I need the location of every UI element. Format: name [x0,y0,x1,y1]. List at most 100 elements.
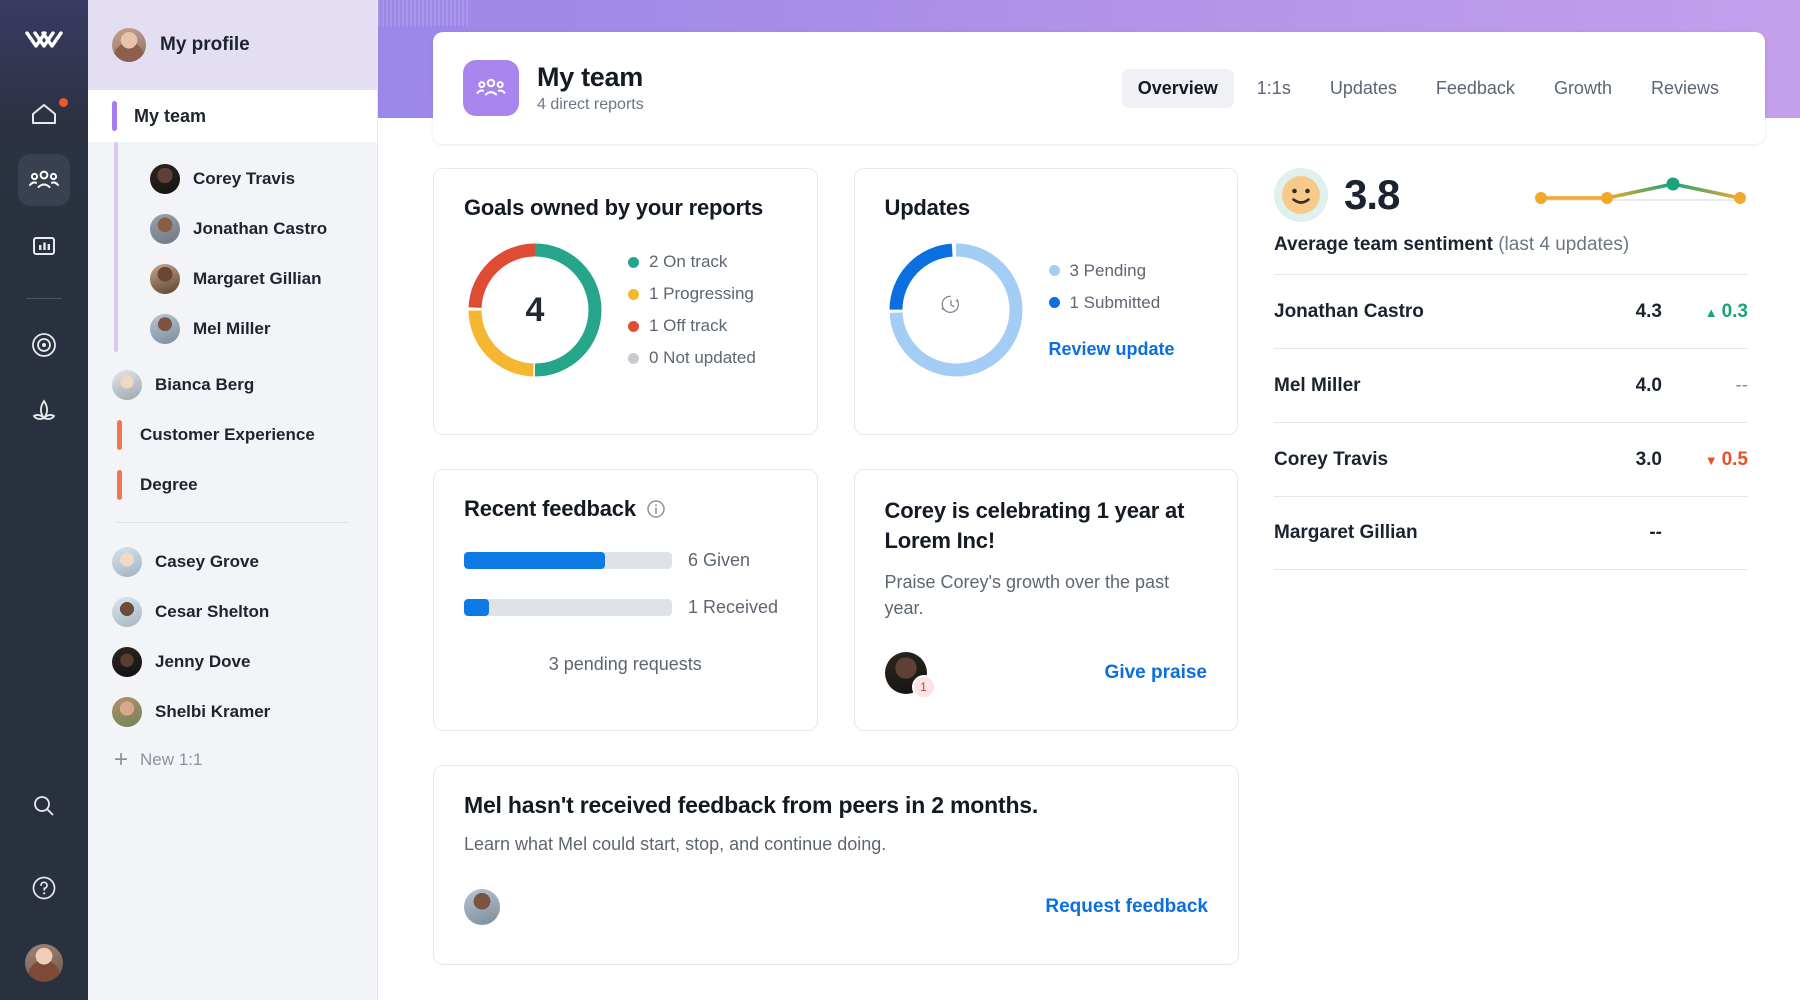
sidebar-item-my-team[interactable]: My team [88,90,377,142]
sidebar-item-label: Casey Grove [155,552,259,572]
legend-dot-submitted [1049,297,1060,308]
rail-item-home[interactable] [18,88,70,140]
sentiment-caption: Average team sentiment (last 4 updates) [1274,234,1748,256]
team-icon [29,167,59,193]
sidebar-item-label: Customer Experience [140,425,315,445]
rail-divider [26,298,62,299]
sidebar-item-my-profile[interactable]: My profile [88,0,377,90]
active-indicator [112,101,117,131]
sidebar-item-mel-miller[interactable]: Mel Miller [88,304,377,354]
page-header: My team 4 direct reports Overview 1:1s U… [433,32,1765,144]
goals-legend: 2 On track 1 Progressing 1 Off track [628,252,756,368]
brand-logo-icon[interactable] [20,18,68,66]
nudge-subtitle: Learn what Mel could start, stop, and co… [464,834,1208,855]
tab-bar: Overview 1:1s Updates Feedback Growth Re… [1122,69,1735,108]
sidebar-item-shelbi-kramer[interactable]: Shelbi Kramer [88,687,377,737]
table-row[interactable]: Mel Miller 4.0 -- [1274,348,1748,422]
notification-badge-dot [59,98,68,107]
new-one-on-one-button[interactable]: + New 1:1 [88,737,377,783]
trend-down-icon: ▼ [1705,453,1718,468]
sidebar-item-degree[interactable]: Degree [88,460,377,510]
updates-card: Updates [854,168,1239,435]
home-icon [30,101,58,127]
tag-color-bar [117,470,122,500]
sidebar-item-label: Bianca Berg [155,375,254,395]
legend-label: 0 Not updated [649,348,756,368]
sidebar-report-label: Margaret Gillian [193,269,321,289]
feedback-title-row: Recent feedback [464,496,787,522]
tab-1-1s[interactable]: 1:1s [1241,69,1307,108]
sidebar-divider [116,522,349,523]
sidebar-item-casey-grove[interactable]: Casey Grove [88,537,377,587]
sentiment-row-value: 3.0 [1598,449,1662,471]
celebration-title: Corey is celebrating 1 year at Lorem Inc… [885,496,1208,555]
rail-item-growth[interactable] [18,385,70,437]
table-row[interactable]: Jonathan Castro 4.3 ▲0.3 [1274,274,1748,348]
progress-track [464,552,672,569]
give-praise-button[interactable]: Give praise [1105,662,1207,684]
rail-item-reports[interactable] [18,220,70,272]
bar-label-given: 6 Given [688,550,750,571]
legend-item-progressing: 1 Progressing [628,284,756,304]
legend-label: 1 Off track [649,316,727,336]
review-update-link[interactable]: Review update [1049,339,1175,360]
recent-feedback-card: Recent feedback 6 Given [433,469,818,731]
goals-donut-chart: 4 [464,239,606,381]
info-icon[interactable] [646,499,666,519]
sidebar-report-label: Mel Miller [193,319,270,339]
tab-growth[interactable]: Growth [1538,69,1628,108]
avatar [150,264,180,294]
content-area: Goals owned by your reports [433,168,1770,1000]
table-row[interactable]: Corey Travis 3.0 ▼0.5 [1274,422,1748,496]
sentiment-row-delta: -- [1662,375,1748,397]
help-icon [30,874,58,902]
bar-label-received: 1 Received [688,597,778,618]
goals-card: Goals owned by your reports [433,168,818,435]
legend-item-not-updated: 0 Not updated [628,348,756,368]
tab-reviews[interactable]: Reviews [1635,69,1735,108]
legend-item-submitted: 1 Submitted [1049,293,1175,313]
sidebar-item-customer-experience[interactable]: Customer Experience [88,410,377,460]
progress-track [464,599,672,616]
legend-item-off-track: 1 Off track [628,316,756,336]
sidebar-my-team-label: My team [134,106,206,127]
legend-label: 1 Submitted [1070,293,1161,313]
table-row[interactable]: Margaret Gillian -- [1274,496,1748,570]
celebration-subtitle: Praise Corey's growth over the past year… [885,569,1208,621]
sidebar-item-corey-travis[interactable]: Corey Travis [88,154,377,204]
icon-rail [0,0,88,1000]
rail-item-team[interactable] [18,154,70,206]
avatar [112,597,142,627]
trend-up-icon: ▲ [1705,305,1718,320]
nudge-title: Mel hasn't received feedback from peers … [464,792,1208,819]
progress-fill [464,599,489,616]
legend-item-on-track: 2 On track [628,252,756,272]
updates-donut-chart [885,239,1027,381]
rail-item-help[interactable] [18,862,70,914]
goals-donut-wrap: 4 2 On track 1 Progressing [464,239,787,381]
cards-row-top: Goals owned by your reports [433,168,1238,435]
user-avatar[interactable] [25,944,63,982]
sentiment-row-value: 4.0 [1598,375,1662,397]
sentiment-row-name: Corey Travis [1274,449,1388,471]
goals-card-title: Goals owned by your reports [464,195,787,221]
sidebar-item-bianca-berg[interactable]: Bianca Berg [88,360,377,410]
main-content: My team 4 direct reports Overview 1:1s U… [378,0,1800,1000]
tab-overview[interactable]: Overview [1122,69,1234,108]
celebration-footer: 1 Give praise [885,652,1208,694]
tab-updates[interactable]: Updates [1314,69,1413,108]
sentiment-row-delta: ▼0.5 [1662,449,1748,471]
rail-item-search[interactable] [18,780,70,832]
sentiment-row-name: Jonathan Castro [1274,301,1424,323]
sidebar-item-margaret-gillian[interactable]: Margaret Gillian [88,254,377,304]
sidebar-item-jenny-dove[interactable]: Jenny Dove [88,637,377,687]
legend-dot-pending [1049,265,1060,276]
legend-item-pending: 3 Pending [1049,261,1175,281]
sidebar-item-jonathan-castro[interactable]: Jonathan Castro [88,204,377,254]
sentiment-header: 3.8 [1274,168,1748,222]
request-feedback-button[interactable]: Request feedback [1045,896,1208,918]
reports-vertical-line [114,142,118,352]
tab-feedback[interactable]: Feedback [1420,69,1531,108]
sidebar-item-cesar-shelton[interactable]: Cesar Shelton [88,587,377,637]
rail-item-goals[interactable] [18,319,70,371]
